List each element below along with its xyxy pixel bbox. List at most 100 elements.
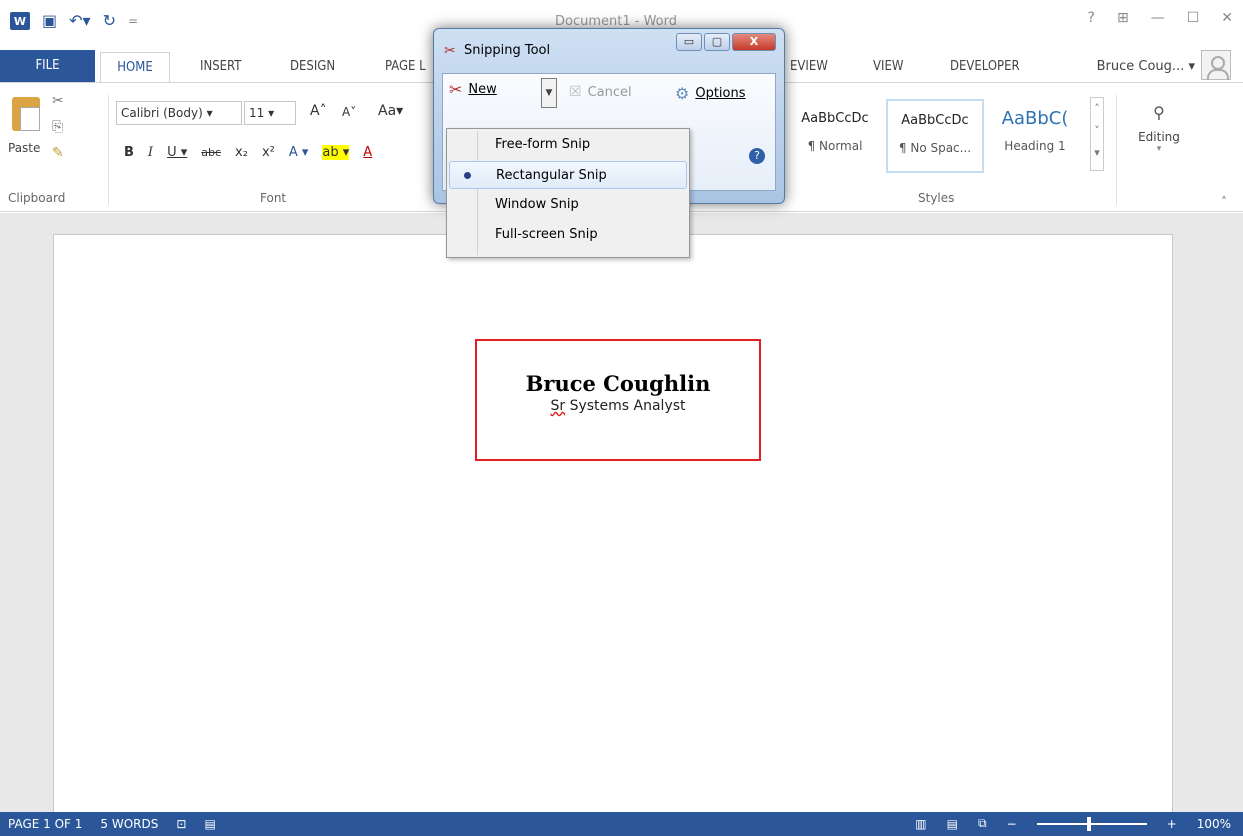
- collapse-ribbon-icon[interactable]: ˄: [1221, 195, 1227, 209]
- menu-item-label: Full-screen Snip: [495, 227, 598, 242]
- superscript-button[interactable]: x²: [262, 145, 275, 160]
- tab-review[interactable]: EVIEW: [790, 52, 828, 82]
- shrink-font-icon[interactable]: A˅: [342, 105, 356, 119]
- style-normal[interactable]: AaBbCcDc ¶ Normal: [792, 99, 878, 173]
- document-area: Bruce Coughlin Sr Systems Analyst: [0, 213, 1243, 814]
- style-sample: AaBbCcDc: [801, 111, 869, 126]
- scissors-icon: ✂: [449, 80, 463, 99]
- menu-item-label: Free-form Snip: [495, 137, 591, 152]
- menu-item-full-screen-snip[interactable]: Full-screen Snip: [449, 221, 687, 249]
- page-count[interactable]: PAGE 1 OF 1: [8, 817, 82, 831]
- divider: [1116, 95, 1117, 205]
- zoom-level[interactable]: 100%: [1197, 817, 1231, 831]
- options-button[interactable]: ⚙ Options: [675, 84, 746, 103]
- new-snip-button[interactable]: ✂ New: [449, 80, 497, 99]
- web-layout-icon[interactable]: ⧉: [978, 816, 987, 831]
- maximize-icon[interactable]: ☐: [1187, 10, 1200, 26]
- style-sample: AaBbC(: [1001, 108, 1069, 129]
- cancel-button[interactable]: ☒ Cancel: [569, 84, 632, 100]
- clipboard-group-label: Clipboard: [8, 191, 66, 205]
- style-name: ¶ No Spac...: [898, 141, 972, 155]
- paste-button[interactable]: Paste: [8, 141, 40, 155]
- tab-design[interactable]: DESIGN: [290, 52, 335, 82]
- macro-recording-icon[interactable]: ▤: [204, 817, 215, 831]
- new-dropdown-arrow[interactable]: ▼: [541, 78, 557, 108]
- styles-scroll[interactable]: ˄ ˅ ▾: [1090, 97, 1104, 171]
- binoculars-icon: ⚲: [1153, 103, 1165, 122]
- strikethrough-button[interactable]: abc: [201, 146, 221, 159]
- menu-item-rectangular-snip[interactable]: Rectangular Snip: [449, 161, 687, 189]
- grow-font-icon[interactable]: A˄: [310, 103, 327, 119]
- copy-icon[interactable]: ⎘: [52, 119, 63, 135]
- style-sample: AaBbCcDc: [901, 113, 969, 128]
- avatar[interactable]: [1201, 50, 1231, 80]
- undo-icon[interactable]: ↶▾: [69, 12, 90, 30]
- paste-icon[interactable]: [12, 97, 40, 131]
- tab-file[interactable]: FILE: [0, 50, 95, 82]
- bold-button[interactable]: B: [124, 145, 134, 160]
- menu-item-free-form-snip[interactable]: Free-form Snip: [449, 131, 687, 159]
- zoom-out-icon[interactable]: −: [1007, 817, 1017, 831]
- proofing-icon[interactable]: ⊡: [176, 817, 186, 831]
- font-name-select[interactable]: Calibri (Body) ▾: [116, 101, 242, 125]
- style-no-spacing[interactable]: AaBbCcDc ¶ No Spac...: [886, 99, 984, 173]
- status-left: PAGE 1 OF 1 5 WORDS ⊡ ▤: [8, 817, 216, 831]
- font-size-select[interactable]: 11 ▾: [244, 101, 296, 125]
- style-name: Heading 1: [1004, 139, 1066, 153]
- tab-view[interactable]: VIEW: [873, 52, 903, 82]
- new-label: New: [468, 82, 497, 97]
- redo-icon[interactable]: ↻: [103, 12, 116, 30]
- editing-button[interactable]: ⚲ Editing ▾: [1134, 103, 1184, 154]
- font-group-label: Font: [260, 191, 287, 205]
- ribbon-display-options-icon[interactable]: ⊞: [1117, 10, 1129, 26]
- print-layout-icon[interactable]: ▤: [947, 817, 958, 831]
- editing-label: Editing: [1138, 130, 1180, 144]
- customize-qat-icon[interactable]: =: [128, 12, 138, 30]
- change-case-label: Aa: [378, 103, 397, 119]
- tab-home[interactable]: HOME: [100, 52, 170, 83]
- user-name-label: Bruce Coug...: [1096, 59, 1185, 74]
- minimize-icon[interactable]: ▭: [676, 33, 702, 51]
- minimize-icon[interactable]: —: [1151, 10, 1165, 26]
- text-effects-icon[interactable]: A ▾: [289, 145, 309, 160]
- word-app-icon[interactable]: W: [10, 12, 30, 30]
- styles-group-label: Styles: [918, 191, 955, 205]
- window-controls: ? ⊞ — ☐ ✕: [1088, 10, 1233, 26]
- highlight-icon[interactable]: ab ▾: [322, 145, 350, 160]
- cancel-label: Cancel: [587, 84, 632, 100]
- close-icon[interactable]: X: [732, 33, 776, 51]
- maximize-icon[interactable]: ▢: [704, 33, 730, 51]
- change-case-button[interactable]: Aa▾: [378, 103, 403, 119]
- tab-insert[interactable]: INSERT: [200, 52, 241, 82]
- signature-text-box[interactable]: Bruce Coughlin Sr Systems Analyst: [475, 339, 761, 461]
- spelling-flagged-word: Sr: [550, 398, 566, 414]
- tab-page-layout[interactable]: PAGE L: [385, 52, 426, 82]
- cut-icon[interactable]: ✂: [52, 93, 64, 109]
- cancel-icon: ☒: [569, 84, 582, 100]
- tab-developer[interactable]: DEVELOPER: [950, 52, 1020, 82]
- word-count[interactable]: 5 WORDS: [100, 817, 158, 831]
- format-painter-icon[interactable]: ✎: [52, 145, 64, 161]
- read-mode-icon[interactable]: ▥: [915, 817, 926, 831]
- underline-button[interactable]: U ▾: [167, 145, 187, 160]
- menu-item-window-snip[interactable]: Window Snip: [449, 191, 687, 219]
- document-page[interactable]: Bruce Coughlin Sr Systems Analyst: [53, 234, 1173, 814]
- snip-mode-menu: Free-form Snip Rectangular Snip Window S…: [446, 128, 690, 258]
- style-name: ¶ Normal: [807, 139, 863, 153]
- close-icon[interactable]: ✕: [1221, 10, 1233, 26]
- italic-button[interactable]: I: [148, 145, 153, 160]
- document-title: Document1 - Word: [555, 14, 677, 29]
- save-icon[interactable]: ▣: [42, 12, 57, 30]
- snip-window-controls: ▭ ▢ X: [676, 33, 776, 51]
- font-color-icon[interactable]: A: [363, 145, 372, 160]
- help-icon[interactable]: ?: [749, 148, 765, 164]
- help-icon[interactable]: ?: [1088, 10, 1095, 26]
- user-name[interactable]: Bruce Coug... ▾: [1097, 52, 1195, 82]
- options-label: Options: [695, 86, 746, 101]
- status-bar: PAGE 1 OF 1 5 WORDS ⊡ ▤ ▥ ▤ ⧉ − + 100%: [0, 812, 1243, 836]
- zoom-slider[interactable]: [1036, 816, 1147, 831]
- zoom-thumb[interactable]: [1086, 816, 1091, 831]
- zoom-in-icon[interactable]: +: [1167, 817, 1177, 831]
- style-heading-1[interactable]: AaBbC( Heading 1: [992, 99, 1078, 173]
- subscript-button[interactable]: x₂: [235, 145, 248, 160]
